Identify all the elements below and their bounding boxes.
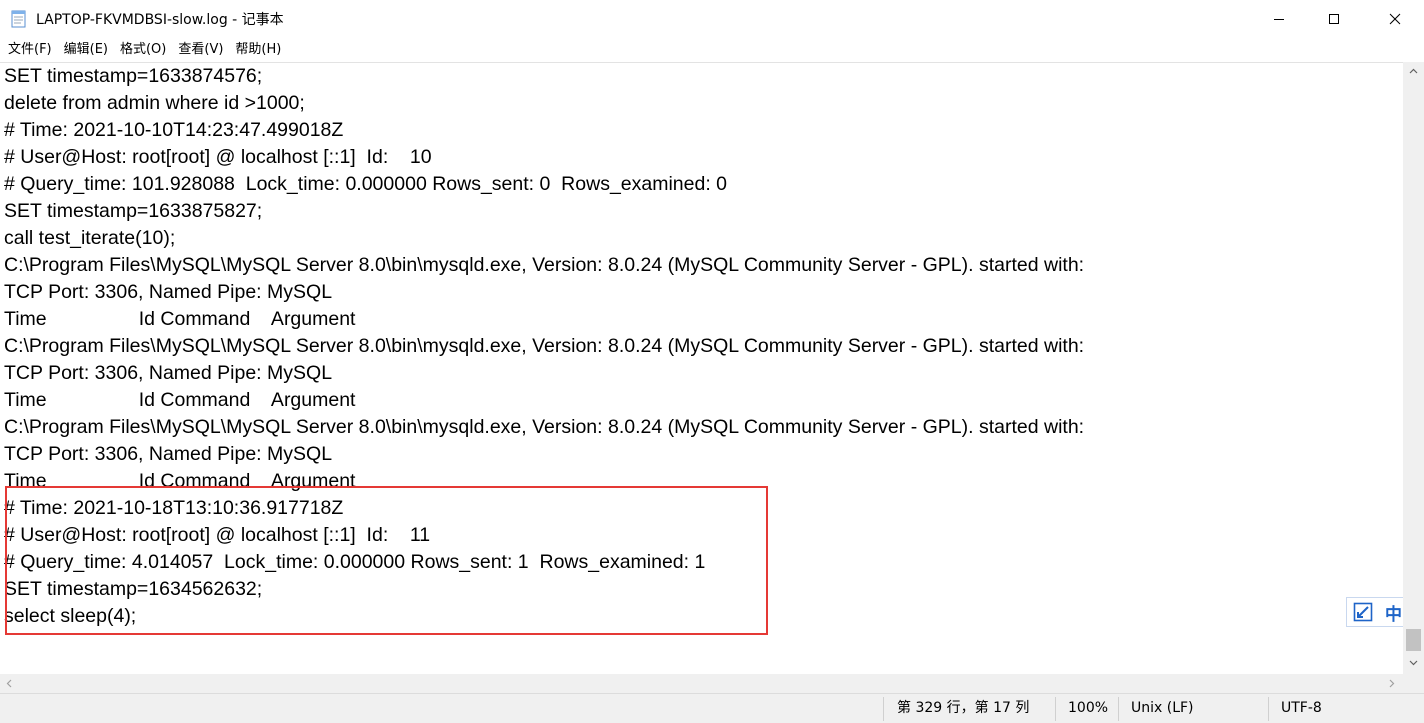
- menu-help[interactable]: 帮助(H): [230, 38, 286, 62]
- text-encoding: UTF-8: [1281, 700, 1322, 716]
- text-line: # Query_time: 101.928088 Lock_time: 0.00…: [4, 173, 728, 195]
- maximize-button[interactable]: [1305, 0, 1363, 38]
- menu-view[interactable]: 查看(V): [173, 38, 228, 62]
- ime-mode-icon[interactable]: [1353, 602, 1373, 622]
- cursor-position: 第 329 行，第 17 列: [897, 700, 1030, 716]
- status-divider: [883, 697, 884, 721]
- menu-format[interactable]: 格式(O): [115, 38, 171, 62]
- text-line: C:\Program Files\MySQL\MySQL Server 8.0\…: [4, 335, 1085, 357]
- text-line: Time Id Command Argument: [4, 308, 356, 330]
- line-ending: Unix (LF): [1131, 700, 1194, 716]
- close-button[interactable]: [1366, 0, 1424, 38]
- text-line: C:\Program Files\MySQL\MySQL Server 8.0\…: [4, 254, 1085, 276]
- status-divider: [1118, 697, 1119, 721]
- scroll-left-arrow-icon[interactable]: [0, 674, 17, 693]
- text-line: TCP Port: 3306, Named Pipe: MySQL: [4, 281, 333, 303]
- menu-bar: 文件(F) 编辑(E) 格式(O) 查看(V) 帮助(H): [0, 38, 1424, 62]
- text-line: # User@Host: root[root] @ localhost [::1…: [4, 146, 432, 168]
- text-line: call test_iterate(10);: [4, 227, 176, 249]
- minimize-button[interactable]: [1250, 0, 1308, 38]
- text-line: C:\Program Files\MySQL\MySQL Server 8.0\…: [4, 416, 1085, 438]
- status-bar: 第 329 行，第 17 列 100% Unix (LF) UTF-8: [0, 693, 1424, 723]
- text-line: # User@Host: root[root] @ localhost [::1…: [4, 524, 431, 546]
- notepad-window: LAPTOP-FKVMDBSI-slow.log - 记事本 文件(F) 编辑(…: [0, 0, 1424, 723]
- text-editor[interactable]: SET timestamp=1633874576; delete from ad…: [0, 62, 1403, 675]
- text-line: # Time: 2021-10-18T13:10:36.917718Z: [4, 497, 344, 519]
- scroll-down-arrow-icon[interactable]: [1403, 654, 1424, 671]
- status-divider: [1268, 697, 1269, 721]
- text-line: TCP Port: 3306, Named Pipe: MySQL: [4, 362, 333, 384]
- scrollbar-corner: [1403, 674, 1424, 693]
- text-line: # Time: 2021-10-10T14:23:47.499018Z: [4, 119, 344, 141]
- maximize-icon: [1328, 10, 1340, 29]
- vertical-scrollbar[interactable]: [1403, 62, 1424, 674]
- zoom-level: 100%: [1068, 700, 1109, 716]
- vertical-scroll-thumb[interactable]: [1406, 629, 1421, 651]
- text-line: Time Id Command Argument: [4, 389, 356, 411]
- text-line: Time Id Command Argument: [4, 470, 356, 492]
- scroll-right-arrow-icon[interactable]: [1383, 674, 1400, 693]
- close-icon: [1389, 10, 1401, 29]
- text-line: select sleep(4);: [4, 605, 137, 627]
- window-title: LAPTOP-FKVMDBSI-slow.log - 记事本: [36, 12, 284, 28]
- text-line: delete from admin where id >1000;: [4, 92, 305, 114]
- editor-content: SET timestamp=1633874576; delete from ad…: [4, 63, 1084, 630]
- status-divider: [1055, 697, 1056, 721]
- title-bar[interactable]: LAPTOP-FKVMDBSI-slow.log - 记事本: [0, 0, 1424, 38]
- horizontal-scroll-track[interactable]: [17, 677, 1380, 690]
- horizontal-scrollbar[interactable]: [0, 674, 1403, 693]
- scroll-up-arrow-icon[interactable]: [1403, 62, 1424, 79]
- text-line: SET timestamp=1633874576;: [4, 65, 263, 87]
- notepad-app-icon: [10, 10, 28, 28]
- text-line: SET timestamp=1634562632;: [4, 578, 263, 600]
- text-line: TCP Port: 3306, Named Pipe: MySQL: [4, 443, 333, 465]
- text-line: SET timestamp=1633875827;: [4, 200, 263, 222]
- text-line: # Query_time: 4.014057 Lock_time: 0.0000…: [4, 551, 706, 573]
- ime-language-indicator[interactable]: 中: [1385, 600, 1402, 625]
- menu-file[interactable]: 文件(F): [0, 38, 57, 62]
- minimize-icon: [1273, 10, 1285, 29]
- menu-edit[interactable]: 编辑(E): [59, 38, 113, 62]
